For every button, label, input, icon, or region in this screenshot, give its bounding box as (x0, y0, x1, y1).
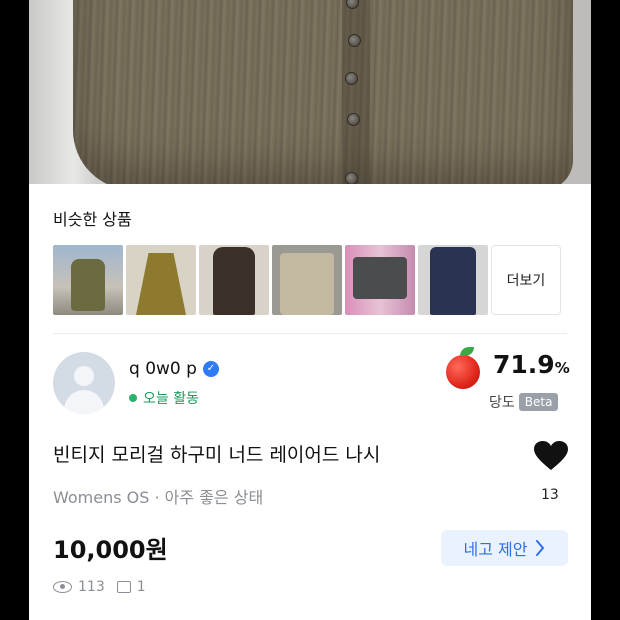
chat-icon (116, 581, 131, 593)
product-price: 10,000원 (53, 536, 168, 564)
like-count: 13 (541, 487, 559, 503)
beta-badge: Beta (518, 393, 559, 411)
product-stats: 113 1 (53, 579, 146, 595)
brown-dress-photo (213, 247, 255, 315)
offer-label: 네고 제안 (463, 540, 528, 559)
heart-icon[interactable] (534, 441, 568, 471)
online-dot-icon (129, 394, 137, 402)
similar-product-thumb[interactable] (345, 245, 415, 315)
apple-icon (446, 347, 480, 389)
navy-dress-photo (430, 247, 476, 315)
chevron-right-icon (536, 540, 545, 556)
avatar-head (74, 366, 94, 386)
grey-vest-photo (353, 257, 407, 299)
seller-status-text: 오늘 활동 (143, 391, 199, 407)
eye-icon (53, 581, 72, 593)
garment-button (345, 72, 358, 85)
product-title: 빈티지 모리걸 하구미 너드 레이어드 나시 (53, 444, 381, 466)
garment-button (345, 172, 358, 184)
similar-product-thumb[interactable] (418, 245, 488, 315)
similar-products-row: 더보기 (53, 245, 568, 315)
seller-name-row[interactable]: q 0w0 p ✓ (129, 359, 219, 379)
similar-product-thumb[interactable] (126, 245, 196, 315)
verified-check-icon: ✓ (202, 361, 219, 377)
sweetness-value: 71.9 (493, 350, 555, 379)
garment-placket (342, 0, 370, 184)
similar-product-thumb[interactable] (199, 245, 269, 315)
section-divider (53, 333, 567, 334)
apple-leaf (460, 347, 474, 356)
olive-vest-photo (71, 259, 105, 311)
product-meta: Womens OS · 아주 좋은 상태 (53, 488, 264, 507)
product-photo[interactable] (29, 0, 591, 184)
seller-name: q 0w0 p (129, 359, 197, 379)
khaki-slip-dress-photo (136, 253, 186, 315)
more-similar-button[interactable]: 더보기 (491, 245, 561, 315)
similar-product-thumb[interactable] (272, 245, 342, 315)
sweetness-label-row: 당도 Beta (489, 392, 559, 412)
garment-button (347, 113, 360, 126)
seller-activity: 오늘 활동 (129, 388, 199, 408)
product-detail-screen: 비슷한 상품 더보기 q 0w0 p ✓ 오늘 활동 71.9% 당도 Beta… (29, 0, 591, 620)
price-offer-button[interactable]: 네고 제안 (441, 530, 568, 566)
sweetness-score[interactable]: 71.9% (493, 350, 570, 379)
similar-products-title: 비슷한 상품 (53, 210, 132, 229)
garment-button (348, 34, 361, 47)
chat-count: 1 (136, 579, 146, 595)
avatar-body (64, 390, 104, 414)
sweetness-unit: % (554, 359, 570, 377)
similar-product-thumb[interactable] (53, 245, 123, 315)
beige-vest-photo (280, 253, 334, 315)
sweetness-label: 당도 (489, 395, 515, 411)
seller-avatar[interactable] (53, 352, 115, 414)
view-count: 113 (78, 579, 105, 595)
garment-image (73, 0, 573, 184)
